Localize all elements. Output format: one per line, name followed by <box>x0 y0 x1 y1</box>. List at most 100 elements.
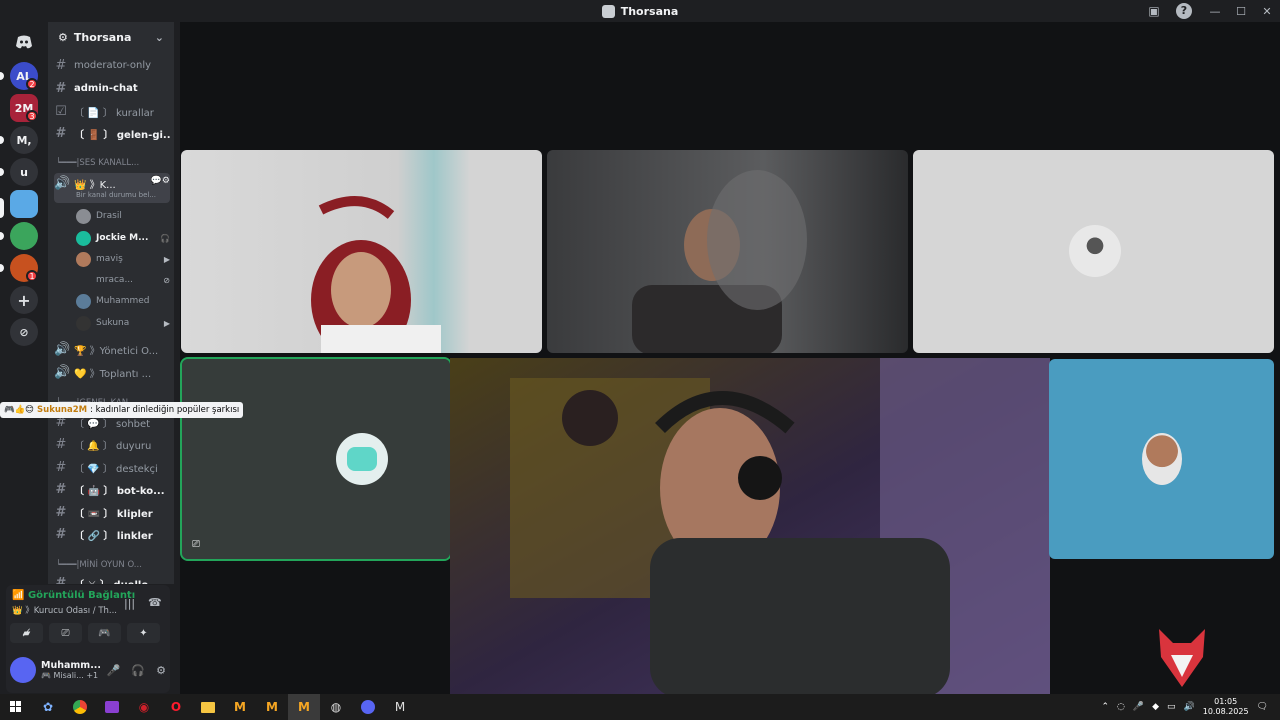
main-video-tile[interactable] <box>450 358 1050 694</box>
chevron-up-icon[interactable]: ⌃ <box>1101 702 1109 712</box>
voice-channel-yonetici[interactable]: 🔊 🏆 》Yönetici O... <box>54 339 170 359</box>
server-icon-m[interactable]: M, <box>10 126 38 154</box>
fox-logo-icon <box>1155 627 1209 689</box>
channel-bot-komut[interactable]: # 〔 🤖 〕 bot-ko... <box>54 479 170 499</box>
close-button[interactable]: ✕ <box>1254 5 1280 18</box>
chat-gear-icon[interactable]: 💬⚙ <box>151 176 170 186</box>
voice-user[interactable]: Muhammed <box>76 291 170 311</box>
category-voice[interactable]: ┕━━━|SES KANALL... <box>56 158 139 168</box>
chrome-icon[interactable] <box>64 694 96 720</box>
app-icon[interactable]: ◉ <box>128 694 160 720</box>
channel-linkler[interactable]: # 〔 🔗 〕 linkler <box>54 524 170 544</box>
hash-icon: # <box>55 459 67 475</box>
help-icon[interactable]: ? <box>1176 3 1192 19</box>
discover-icon[interactable]: ⊘ <box>10 318 38 346</box>
app-icon[interactable]: M <box>384 694 416 720</box>
volume-icon[interactable]: 🔊 <box>1184 702 1195 712</box>
user-profile[interactable]: Muhamm... 🎮 Misali... +1 🎤 🎧 ⚙ <box>10 653 166 687</box>
avatar <box>1142 433 1182 485</box>
tray-icon[interactable]: ◆ <box>1152 702 1159 712</box>
notification-icon[interactable]: 🗨 <box>1257 702 1268 712</box>
voice-channel-status: Bir kanal durumu bel... <box>76 191 157 199</box>
hash-icon: # <box>55 125 67 141</box>
channel-admin-chat[interactable]: # admin-chat <box>54 78 170 98</box>
app-icon[interactable]: M <box>256 694 288 720</box>
camera-off-button[interactable]: ▰̸ <box>10 623 43 643</box>
activities-button[interactable]: 🎮 <box>88 623 121 643</box>
screen-share-button[interactable]: ⎚ <box>49 623 82 643</box>
video-stage: ⎚ <box>180 22 1280 694</box>
channel-duyuru[interactable]: # 〔 🔔 〕 duyuru <box>54 434 170 454</box>
channel-kurallar[interactable]: ☑ 〔 📄 〕 kurallar <box>54 101 170 121</box>
inbox-icon[interactable]: ▣ <box>1146 3 1162 19</box>
discord-home-icon[interactable] <box>10 28 38 56</box>
maximize-button[interactable]: ☐ <box>1228 5 1254 18</box>
tray-icon[interactable]: ◌ <box>1117 702 1125 712</box>
rules-icon: ☑ <box>55 103 67 119</box>
server-header[interactable]: ⚙ Thorsana ⌄ <box>48 22 174 52</box>
avatar <box>76 293 91 309</box>
copilot-icon[interactable]: ✿ <box>32 694 64 720</box>
start-icon[interactable] <box>0 694 32 720</box>
voice-user[interactable]: Drasil <box>76 206 170 226</box>
file-explorer-icon[interactable] <box>192 694 224 720</box>
soundboard-button[interactable]: ✦ <box>127 623 160 643</box>
app-icon[interactable]: M <box>224 694 256 720</box>
app-icon[interactable]: ◍ <box>320 694 352 720</box>
windows-taskbar: ✿ ◉ O M M M ◍ M ⌃ ◌ 🎤 ◆ ▭ 🔊 01:05 10.08.… <box>0 694 1280 720</box>
video-tile[interactable] <box>547 150 908 353</box>
video-tile[interactable] <box>181 150 542 353</box>
disconnect-icon[interactable]: ☎ <box>148 596 162 609</box>
window-title-text: Thorsana <box>620 4 679 18</box>
video-tile[interactable] <box>913 150 1274 353</box>
voice-user[interactable]: mraca... ⊘ <box>76 270 170 290</box>
avatar <box>76 230 91 246</box>
video-tile[interactable] <box>1049 359 1274 559</box>
deafened-icon: 🎧 <box>160 233 170 243</box>
channel-duello[interactable]: #〔 ⚔ 〕 duello <box>54 573 170 585</box>
tooltip-username: Sukuna2M <box>37 405 88 415</box>
channel-klipler[interactable]: # 〔 📼 〕 klipler <box>54 502 170 522</box>
noise-suppression-icon[interactable]: ||| <box>124 597 135 610</box>
channel-moderator-only[interactable]: # moderator-only <box>54 55 170 75</box>
speaker-icon: 🔊 <box>54 176 71 191</box>
voice-user[interactable]: Sukuna ▶ <box>76 313 170 333</box>
voice-user[interactable]: maviş ▶ <box>76 249 170 269</box>
connected-channel[interactable]: 👑 》Kurucu Odası / Th... <box>12 604 117 616</box>
channel-sidebar: ⚙ Thorsana ⌄ # moderator-only # admin-chat… <box>48 22 174 584</box>
discord-taskbar-icon[interactable] <box>352 694 384 720</box>
video-tile-speaking[interactable]: ⎚ <box>180 357 452 561</box>
connection-status[interactable]: 📶 Görüntülü Bağlantı <box>12 590 135 601</box>
server-icon-green[interactable] <box>10 222 38 250</box>
mic-icon[interactable]: 🎤 <box>1133 702 1144 712</box>
server-name: Thorsana <box>73 30 132 44</box>
video-icon: ▶ <box>163 254 170 264</box>
voice-user[interactable]: Jockie M... 🎧 <box>76 228 170 248</box>
clock-date: 10.08.2025 <box>1202 707 1249 716</box>
voice-channel-toplanti[interactable]: 🔊 💛 》Toplantı ... <box>54 362 170 382</box>
mention-badge: 2 <box>26 78 38 90</box>
server-icon-u[interactable]: u <box>10 158 38 186</box>
category-mini-oyun[interactable]: ┕━━━|MİNİ OYUN O... <box>56 560 142 570</box>
opera-icon[interactable]: O <box>160 694 192 720</box>
avatar <box>76 208 91 224</box>
minimize-button[interactable]: — <box>1202 5 1228 18</box>
headphones-icon[interactable]: 🎧 <box>131 664 145 677</box>
clock[interactable]: 01:05 10.08.2025 <box>1203 697 1249 717</box>
app-icon[interactable] <box>96 694 128 720</box>
avatar <box>10 657 36 683</box>
mic-icon[interactable]: 🎤 <box>107 664 121 677</box>
mention-badge: 3 <box>26 110 38 122</box>
user-status: 🎮 Misali... +1 <box>41 671 99 680</box>
channel-gelen-giden[interactable]: # 〔 🚪 〕 gelen-gi... <box>54 123 170 143</box>
settings-gear-icon[interactable]: ⚙ <box>156 664 166 677</box>
add-server-icon[interactable]: + <box>10 286 38 314</box>
app-icon[interactable]: M <box>288 694 320 720</box>
window-titlebar: Thorsana ▣ ? — ☐ ✕ <box>0 0 1280 22</box>
signal-icon: 📶 <box>12 590 25 601</box>
channel-destekci[interactable]: # 〔 💎 〕 destekçi <box>54 457 170 477</box>
clock-time: 01:05 <box>1214 697 1238 706</box>
server-icon-active[interactable] <box>10 190 38 218</box>
avatar <box>1069 225 1121 277</box>
network-icon[interactable]: ▭ <box>1167 702 1176 712</box>
